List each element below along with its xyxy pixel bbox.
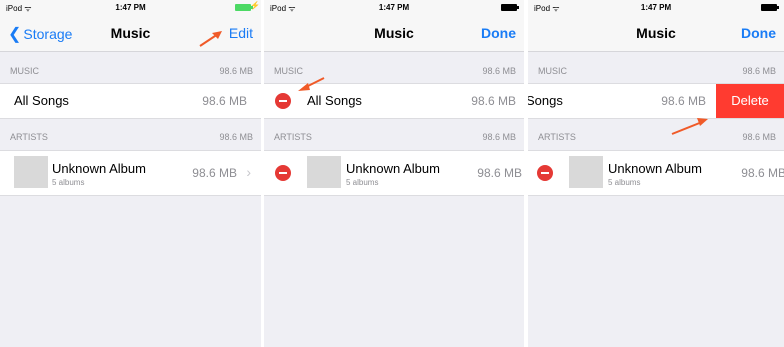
row-size: 98.6 MB	[661, 94, 706, 108]
unknown-album-row[interactable]: Unknown Album 5 albums 98.6 MB ›	[0, 150, 261, 196]
section-label: MUSIC	[538, 66, 567, 76]
section-size: 98.6 MB	[482, 132, 516, 142]
unknown-album-row[interactable]: Unknown Album 5 albums 98.6 MB	[528, 150, 784, 196]
delete-button[interactable]: Delete	[716, 84, 784, 118]
row-title: All Songs	[14, 93, 69, 108]
charging-icon: ⚡	[250, 1, 260, 10]
row-title: Unknown Album	[346, 161, 440, 176]
all-songs-row[interactable]: All Songs 98.6 MB	[264, 83, 524, 119]
section-header-artists: ARTISTS 98.6 MB	[264, 118, 524, 148]
row-size: 98.6 MB	[741, 166, 784, 180]
section-header-artists: ARTISTS 98.6 MB	[528, 118, 784, 148]
nav-bar: ❮ Storage Music Edit	[0, 14, 261, 52]
row-title: Unknown Album	[52, 161, 146, 176]
row-size: 98.6 MB	[192, 166, 237, 180]
section-label: ARTISTS	[274, 132, 312, 142]
row-subtitle: 5 albums	[608, 178, 641, 187]
status-time: 1:47 PM	[378, 3, 410, 12]
screen-music-edit: iPod ᯤ 1:47 PM Music Done MUSIC 98.6 MB …	[264, 0, 524, 347]
unknown-album-row[interactable]: Unknown Album 5 albums 98.6 MB	[264, 150, 524, 196]
status-time: 1:47 PM	[640, 3, 672, 12]
section-size: 98.6 MB	[219, 66, 253, 76]
done-button[interactable]: Done	[481, 25, 516, 41]
row-title: Unknown Album	[608, 161, 702, 176]
album-thumbnail	[14, 156, 48, 188]
nav-bar: Music Done	[528, 14, 784, 52]
done-button[interactable]: Done	[741, 25, 776, 41]
row-size: 98.6 MB	[471, 94, 516, 108]
row-title: All Songs	[307, 93, 362, 108]
page-title: Music	[110, 25, 151, 41]
all-songs-row[interactable]: All Songs 98.6 MB	[0, 83, 261, 119]
album-thumbnail	[307, 156, 341, 188]
delete-minus-icon[interactable]	[275, 165, 291, 181]
row-size: 98.6 MB	[202, 94, 247, 108]
section-header-music: MUSIC 98.6 MB	[264, 52, 524, 82]
battery-icon	[235, 4, 253, 11]
section-size: 98.6 MB	[742, 132, 776, 142]
row-subtitle: 5 albums	[346, 178, 379, 187]
section-label: ARTISTS	[10, 132, 48, 142]
section-size: 98.6 MB	[219, 132, 253, 142]
row-subtitle: 5 albums	[52, 178, 85, 187]
row-size: 98.6 MB	[477, 166, 522, 180]
battery-icon	[501, 4, 519, 11]
section-label: MUSIC	[274, 66, 303, 76]
section-header-artists: ARTISTS 98.6 MB	[0, 118, 261, 148]
status-time: 1:47 PM	[115, 3, 146, 12]
section-header-music: MUSIC 98.6 MB	[0, 52, 261, 82]
row-title: Songs	[528, 93, 563, 108]
status-bar: iPod ᯤ 1:47 PM	[528, 0, 784, 14]
nav-bar: Music Done	[264, 14, 524, 52]
section-label: MUSIC	[10, 66, 39, 76]
delete-minus-icon[interactable]	[537, 165, 553, 181]
section-size: 98.6 MB	[482, 66, 516, 76]
screen-storage-music: iPod ᯤ 1:47 PM ⚡ ❮ Storage Music Edit MUS…	[0, 0, 261, 347]
status-bar: iPod ᯤ 1:47 PM ⚡	[0, 0, 261, 14]
chevron-right-icon: ›	[246, 164, 251, 180]
section-header-music: MUSIC 98.6 MB	[528, 52, 784, 82]
battery-icon	[761, 4, 779, 11]
all-songs-row-swiped[interactable]: Songs 98.6 MB Delete	[528, 83, 784, 119]
album-thumbnail	[569, 156, 603, 188]
screen-music-delete: iPod ᯤ 1:47 PM Music Done MUSIC 98.6 MB …	[528, 0, 784, 347]
section-size: 98.6 MB	[742, 66, 776, 76]
delete-minus-icon[interactable]	[275, 93, 291, 109]
edit-button[interactable]: Edit	[229, 25, 253, 41]
status-bar: iPod ᯤ 1:47 PM	[264, 0, 524, 14]
section-label: ARTISTS	[538, 132, 576, 142]
